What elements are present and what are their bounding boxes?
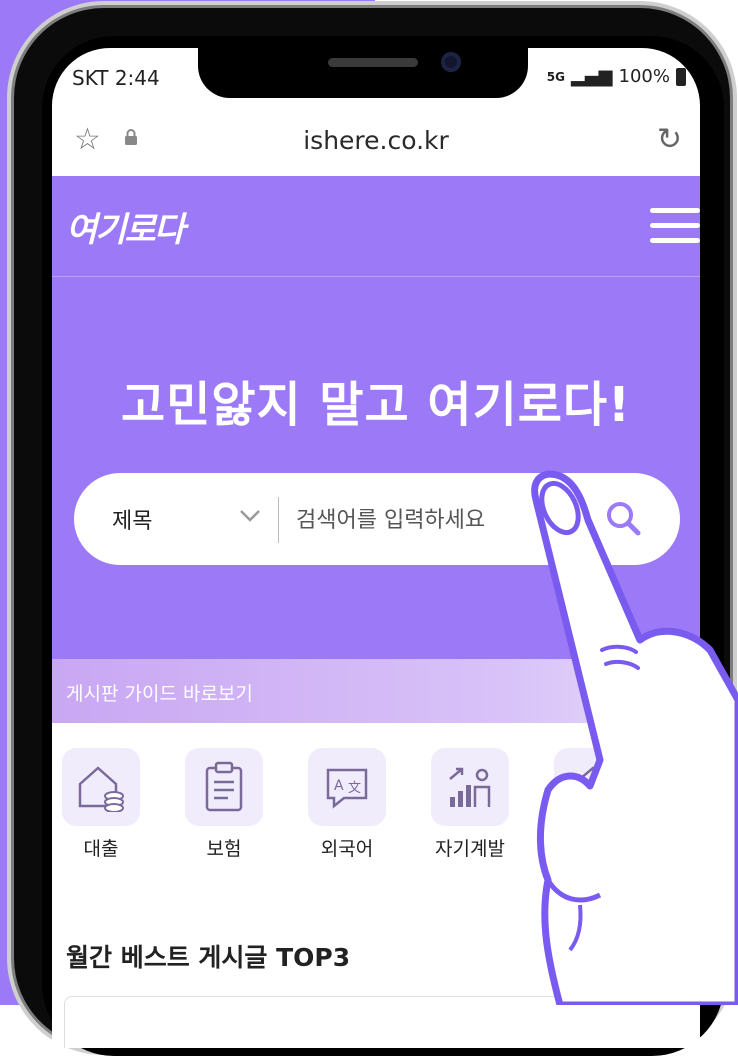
clipboard-icon xyxy=(185,748,263,826)
category-label: 대출 xyxy=(83,838,119,860)
search-divider xyxy=(278,497,279,543)
front-camera xyxy=(441,52,461,72)
battery-icon xyxy=(676,67,686,86)
signal-icon: ▂▄▆ xyxy=(571,66,613,87)
category-item-study[interactable]: 습 xyxy=(538,748,648,861)
chevron-down-icon[interactable] xyxy=(236,501,264,533)
board-guide-bar[interactable]: 게시판 가이드 바로보기 xyxy=(52,659,700,723)
best-posts-title: 월간 베스트 게시글 TOP3 xyxy=(66,943,351,972)
category-item-loan[interactable]: 대출 xyxy=(52,748,156,861)
translate-icon: A文 xyxy=(308,748,386,826)
category-item-insurance[interactable]: 보험 xyxy=(169,748,279,861)
carrier-time: SKT 2:44 xyxy=(72,66,160,90)
browser-url-bar: ☆ ishere.co.kr ↻ xyxy=(52,104,700,177)
category-label: 습 xyxy=(611,838,629,860)
hamburger-menu-icon[interactable] xyxy=(650,208,700,248)
growth-person-icon xyxy=(431,748,509,826)
board-guide-link[interactable]: 게시판 가이드 바로보기 xyxy=(66,679,253,706)
svg-text:A: A xyxy=(334,778,344,794)
hero-title: 고민앓지 말고 여기로다! xyxy=(121,377,631,433)
category-label: 보험 xyxy=(206,838,242,860)
phone-screen: SKT 2:44 5G ▂▄▆ 100% ☆ ishere.co.kr ↻ 여기… xyxy=(52,48,700,1048)
reload-icon[interactable]: ↻ xyxy=(657,122,682,157)
status-indicators: 5G ▂▄▆ 100% xyxy=(547,66,686,87)
network-label: 5G xyxy=(546,69,565,84)
search-input[interactable] xyxy=(294,501,578,539)
hero-section: 고민앓지 말고 여기로다! 제목 xyxy=(52,277,700,659)
search-bar: 제목 xyxy=(74,473,680,565)
search-icon[interactable] xyxy=(602,497,646,545)
svg-text:文: 文 xyxy=(348,781,361,796)
category-item-language[interactable]: A文 외국어 xyxy=(292,748,402,861)
speaker-grille xyxy=(328,58,418,67)
url-text[interactable]: ishere.co.kr xyxy=(52,126,700,155)
house-coins-icon xyxy=(62,748,140,826)
battery-percent: 100% xyxy=(618,66,670,87)
category-list: 대출 보험 A文 외국어 자기계발 습 xyxy=(52,738,700,868)
category-item-self-development[interactable]: 자기계발 xyxy=(415,748,525,861)
best-post-card[interactable] xyxy=(64,996,700,1048)
phone-notch xyxy=(198,48,528,98)
search-field-select[interactable]: 제목 xyxy=(112,503,152,535)
category-label: 외국어 xyxy=(320,838,374,860)
site-logo[interactable]: 여기로다 xyxy=(66,202,185,251)
house-icon xyxy=(554,748,632,826)
app-header: 여기로다 xyxy=(52,176,700,277)
category-label: 자기계발 xyxy=(435,838,505,860)
